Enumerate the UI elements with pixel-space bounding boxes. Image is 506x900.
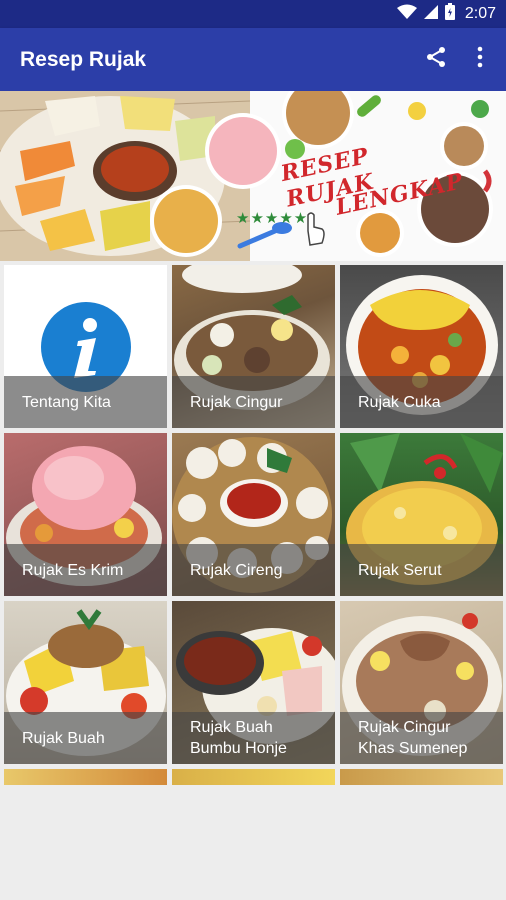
tile-rujak-buah-bumbu-honje[interactable]: Rujak Buah Bumbu Honje (172, 601, 335, 764)
tile-label: Rujak Serut (340, 544, 503, 596)
tile-label: Tentang Kita (4, 376, 167, 428)
tile-next-row-3[interactable] (340, 769, 503, 785)
share-icon (424, 45, 448, 74)
recipe-grid: Tentang Kita Rujak Cingur Rujak Cuka Ruj… (4, 265, 504, 785)
tile-label: Rujak Cingur (172, 376, 335, 428)
tile-rujak-cingur[interactable]: Rujak Cingur (172, 265, 335, 428)
overflow-menu-button[interactable] (458, 38, 502, 82)
tile-label: Rujak Buah Bumbu Honje (172, 712, 335, 764)
status-time: 2:07 (464, 5, 496, 22)
tile-tentang-kita[interactable]: Tentang Kita (4, 265, 167, 428)
share-button[interactable] (414, 38, 458, 82)
tile-rujak-cingur-khas-sumenep[interactable]: Rujak Cingur Khas Sumenep (340, 601, 503, 764)
tile-label: Rujak Es Krim (4, 544, 167, 596)
tile-label: Rujak Cireng (172, 544, 335, 596)
battery-icon (444, 3, 455, 25)
tile-rujak-buah[interactable]: Rujak Buah (4, 601, 167, 764)
tile-next-row-2[interactable] (172, 769, 335, 785)
tile-label: Rujak Cingur Khas Sumenep (340, 712, 503, 764)
tile-label: Rujak Cuka (340, 376, 503, 428)
tile-rujak-es-krim[interactable]: Rujak Es Krim (4, 433, 167, 596)
app-bar: Resep Rujak (0, 28, 506, 91)
signal-icon (423, 4, 439, 25)
wifi-icon (396, 4, 417, 25)
tile-rujak-serut[interactable]: Rujak Serut (340, 433, 503, 596)
header-banner: RESEP RUJAK LENGKAP ★★★★★ (0, 91, 506, 261)
tile-rujak-cuka[interactable]: Rujak Cuka (340, 265, 503, 428)
tile-next-row-1[interactable] (4, 769, 167, 785)
app-title: Resep Rujak (20, 47, 147, 71)
status-bar: 2:07 (0, 0, 506, 28)
tile-label: Rujak Buah (4, 712, 167, 764)
rating-stars: ★★★★★ (236, 210, 309, 227)
overflow-menu-icon (476, 46, 484, 73)
tile-rujak-cireng[interactable]: Rujak Cireng (172, 433, 335, 596)
